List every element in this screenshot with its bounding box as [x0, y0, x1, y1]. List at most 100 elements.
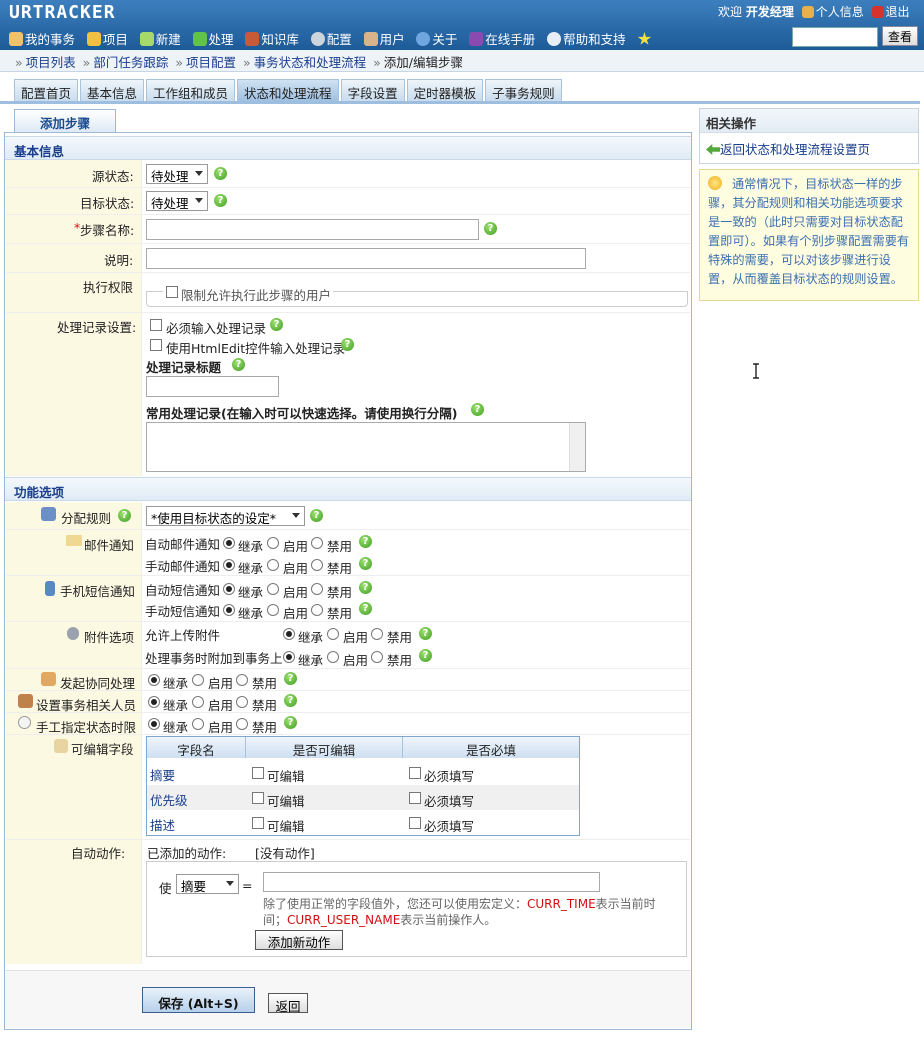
back-button[interactable]: 返回 [268, 993, 308, 1014]
auto-sms-inherit-radio[interactable] [223, 583, 235, 595]
upload-disable-radio[interactable] [371, 628, 383, 640]
tab-workgroups[interactable]: 工作组和成员 [146, 79, 236, 101]
help-icon[interactable]: ? [232, 358, 245, 371]
macro-hint-line2: 间；CURR_USER_NAME表示当前操作人。 [263, 913, 497, 927]
attach-disable-radio[interactable] [371, 651, 383, 663]
related-people-label: 设置事务相关人员 [36, 698, 137, 713]
collab-inherit-radio[interactable] [148, 674, 160, 686]
help-icon[interactable]: ? [284, 672, 297, 685]
auto-sms-disable-radio[interactable] [311, 583, 323, 595]
return-workflow-link[interactable]: 返回状态和处理流程设置页 [706, 139, 870, 158]
common-records-textarea[interactable] [146, 422, 586, 472]
related-inherit-radio[interactable] [148, 696, 160, 708]
help-icon[interactable]: ? [284, 716, 297, 729]
nav-knowledge[interactable]: 知识库 [245, 29, 299, 48]
help-icon[interactable]: ? [118, 509, 131, 522]
help-icon[interactable]: ? [284, 694, 297, 707]
nav-config[interactable]: 配置 [310, 29, 352, 48]
nav-process[interactable]: 处理 [192, 29, 234, 48]
description-input[interactable] [146, 248, 586, 269]
manual-mail-inherit-radio[interactable] [223, 559, 235, 571]
nav-extra[interactable] [637, 32, 653, 47]
target-state-select[interactable]: 待处理 [146, 191, 208, 211]
logout-link[interactable]: 退出 [886, 5, 910, 19]
required-checkbox[interactable] [409, 767, 421, 779]
help-icon[interactable]: ? [359, 535, 372, 548]
upload-inherit-radio[interactable] [283, 628, 295, 640]
required-checkbox[interactable] [409, 817, 421, 829]
attach-enable-radio[interactable] [327, 651, 339, 663]
action-field-select[interactable]: 摘要 [176, 874, 239, 894]
help-icon[interactable]: ? [214, 194, 227, 207]
related-enable-radio[interactable] [192, 696, 204, 708]
help-icon[interactable]: ? [359, 602, 372, 615]
nav-users[interactable]: 用户 [363, 29, 405, 48]
auto-mail-enable-radio[interactable] [267, 537, 279, 549]
collab-enable-radio[interactable] [192, 674, 204, 686]
table-header: 字段名 [147, 737, 246, 758]
manual-mail-disable-radio[interactable] [311, 559, 323, 571]
help-icon[interactable]: ? [471, 403, 484, 416]
tab-config-home[interactable]: 配置首页 [14, 79, 79, 101]
auto-mail-inherit-radio[interactable] [223, 537, 235, 549]
related-disable-radio[interactable] [236, 696, 248, 708]
manual-mail-enable-radio[interactable] [267, 559, 279, 571]
tab-fields[interactable]: 字段设置 [340, 79, 405, 101]
nav-my-issues[interactable]: 我的事务 [9, 29, 75, 48]
tab-subissue-rules[interactable]: 子事务规则 [485, 79, 562, 101]
help-icon[interactable]: ? [341, 338, 354, 351]
nav-help[interactable]: 帮助和支持 [547, 29, 626, 48]
deadline-inherit-radio[interactable] [148, 718, 160, 730]
subtab-add-step[interactable]: 添加步骤 [14, 109, 116, 133]
tab-basic-info[interactable]: 基本信息 [80, 79, 145, 101]
help-icon[interactable]: ? [484, 222, 497, 235]
help-icon[interactable]: ? [419, 649, 432, 662]
must-input-checkbox[interactable] [150, 319, 162, 331]
help-icon[interactable]: ? [359, 557, 372, 570]
editable-checkbox[interactable] [252, 817, 264, 829]
help-icon[interactable]: ? [359, 581, 372, 594]
editable-checkbox[interactable] [252, 767, 264, 779]
source-state-select[interactable]: 待处理 [146, 164, 208, 184]
nav-projects[interactable]: 项目 [86, 29, 128, 48]
add-action-button[interactable]: 添加新动作 [255, 930, 343, 950]
crumb-project-list[interactable]: 项目列表 [26, 55, 76, 70]
limit-users-checkbox[interactable] [166, 286, 178, 298]
profile-link[interactable]: 个人信息 [816, 5, 864, 19]
required-checkbox[interactable] [409, 792, 421, 804]
help-icon[interactable]: ? [419, 627, 432, 640]
auto-sms-enable-radio[interactable] [267, 583, 279, 595]
auto-mail-disable-radio[interactable] [311, 537, 323, 549]
tab-timer-templates[interactable]: 定时器模板 [406, 79, 484, 101]
attach-inherit-radio[interactable] [283, 651, 295, 663]
textarea-scrollbar[interactable] [569, 423, 585, 471]
nav-manual[interactable]: 在线手册 [469, 29, 535, 48]
assign-rule-select[interactable]: *使用目标状态的设定* [146, 506, 305, 526]
action-value-input[interactable] [263, 872, 600, 892]
editable-checkbox[interactable] [252, 792, 264, 804]
tab-workflow[interactable]: 状态和处理流程 [237, 79, 339, 101]
nav-about[interactable]: 关于 [416, 29, 457, 48]
nav-new[interactable]: 新建 [139, 29, 181, 48]
deadline-enable-radio[interactable] [192, 718, 204, 730]
crumb-project[interactable]: 部门任务跟踪 [93, 55, 168, 70]
upload-enable-radio[interactable] [327, 628, 339, 640]
manual-sms-enable-radio[interactable] [267, 604, 279, 616]
use-htmledit-checkbox[interactable] [150, 339, 162, 351]
help-icon[interactable]: ? [310, 509, 323, 522]
manual-sms-inherit-radio[interactable] [223, 604, 235, 616]
help-icon[interactable]: ? [270, 318, 283, 331]
search-input[interactable] [792, 27, 878, 47]
breadcrumb: » 项目列表 » 部门任务跟踪 » 项目配置 » 事务状态和处理流程 » 添加/编辑步骤 [0, 50, 924, 72]
radio-label-inherit: 继承 [298, 630, 324, 645]
crumb-project-config[interactable]: 项目配置 [186, 55, 236, 70]
deadline-disable-radio[interactable] [236, 718, 248, 730]
step-name-input[interactable] [146, 219, 479, 240]
record-title-input[interactable] [146, 376, 279, 397]
search-button[interactable]: 查看 [882, 26, 918, 46]
manual-sms-disable-radio[interactable] [311, 604, 323, 616]
save-button[interactable]: 保存 (Alt+S) [142, 987, 255, 1013]
help-icon[interactable]: ? [214, 167, 227, 180]
crumb-workflow[interactable]: 事务状态和处理流程 [254, 55, 367, 70]
collab-disable-radio[interactable] [236, 674, 248, 686]
